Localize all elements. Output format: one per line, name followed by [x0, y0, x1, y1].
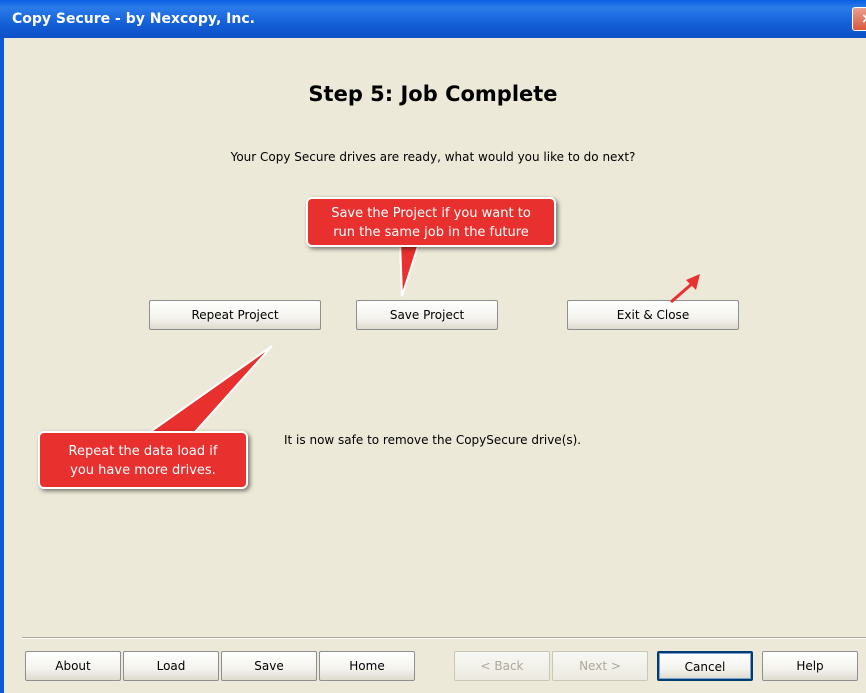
about-button[interactable]: About — [25, 651, 121, 681]
exit-arrow-line — [670, 280, 695, 304]
back-label: < Back — [480, 659, 524, 673]
cancel-button[interactable]: Cancel — [657, 651, 753, 681]
repeat-callout-line2: you have more drives. — [70, 463, 216, 478]
save-button[interactable]: Save — [221, 651, 317, 681]
cancel-label: Cancel — [684, 660, 726, 674]
home-label: Home — [349, 659, 385, 673]
back-button[interactable]: < Back — [454, 651, 550, 681]
window-title: Copy Secure - by Nexcopy, Inc. — [12, 11, 255, 27]
prompt-text: Your Copy Secure drives are ready, what … — [230, 150, 636, 164]
exit-close-button[interactable]: Exit & Close — [567, 300, 739, 330]
next-button[interactable]: Next > — [552, 651, 648, 681]
arrow-head-icon — [686, 274, 700, 290]
save-callout: Save the Project if you want to run the … — [306, 197, 556, 247]
save-project-label: Save Project — [389, 308, 465, 322]
repeat-callout-tail — [146, 345, 273, 433]
help-button[interactable]: Help — [762, 651, 858, 681]
repeat-callout-line1: Repeat the data load if — [68, 444, 218, 459]
save-project-button[interactable]: Save Project — [356, 300, 498, 330]
window-left-border — [0, 38, 4, 693]
repeat-project-label: Repeat Project — [191, 308, 279, 322]
save-callout-tail — [398, 239, 422, 297]
window-close-button[interactable]: × — [852, 7, 866, 31]
repeat-callout: Repeat the data load if you have more dr… — [38, 431, 248, 489]
save-callout-line2: run the same job in the future — [333, 225, 529, 240]
safe-remove-message: It is now safe to remove the CopySecure … — [284, 433, 582, 447]
save-label: Save — [254, 659, 284, 673]
home-button[interactable]: Home — [319, 651, 415, 681]
close-icon: × — [861, 0, 866, 38]
repeat-project-button[interactable]: Repeat Project — [149, 300, 321, 330]
save-callout-line1: Save the Project if you want to — [331, 206, 531, 221]
help-label: Help — [796, 659, 824, 673]
page-title: Step 5: Job Complete — [308, 82, 558, 106]
footer-divider — [22, 637, 866, 639]
load-button[interactable]: Load — [123, 651, 219, 681]
exit-close-label: Exit & Close — [616, 308, 690, 322]
about-label: About — [55, 659, 91, 673]
load-label: Load — [156, 659, 186, 673]
next-label: Next > — [579, 659, 621, 673]
title-bar: Copy Secure - by Nexcopy, Inc. × — [0, 0, 866, 38]
